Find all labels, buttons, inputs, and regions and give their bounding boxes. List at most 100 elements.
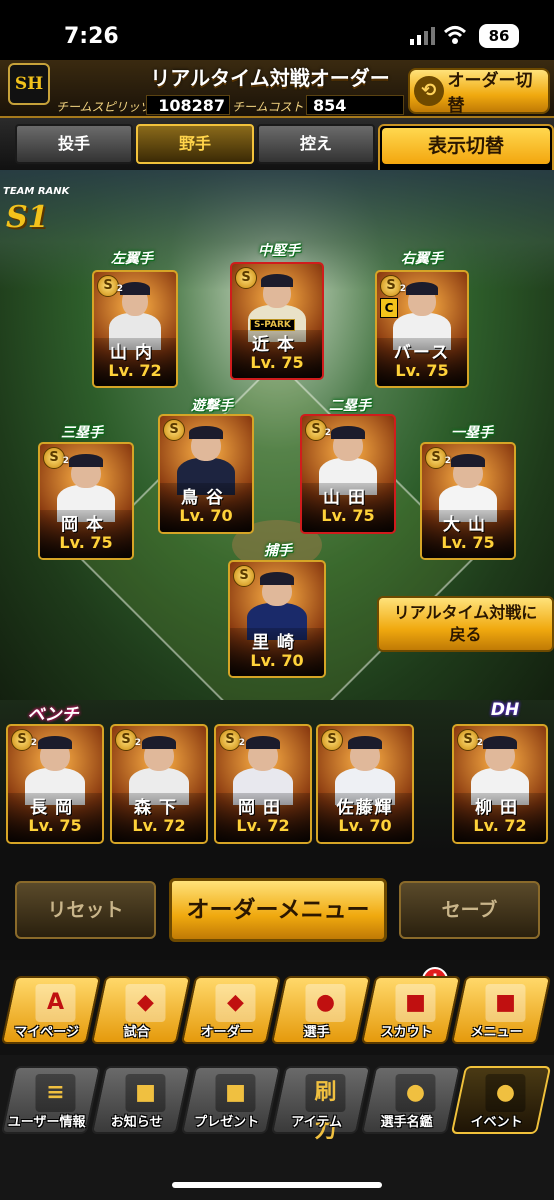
nav-icon: ■ <box>215 1074 256 1112</box>
player-card-catcher[interactable]: 里崎 Lv. 70 S <box>228 560 326 678</box>
player-name: 鳥谷 <box>181 488 231 509</box>
nav-label: プレゼント <box>194 1115 260 1130</box>
home-indicator <box>172 1182 382 1188</box>
clock: 7:26 <box>64 24 119 49</box>
player-level: Lv. 75 <box>441 532 495 552</box>
player-card-center-field[interactable]: 近本 Lv. 75 S S-PARK <box>230 262 324 380</box>
nav-label: 選手名鑑 <box>380 1115 433 1130</box>
nav-item[interactable]: ● 選手名鑑 <box>360 1066 462 1134</box>
nav-item[interactable]: ◆ オーダー <box>180 976 282 1044</box>
order-menu-button[interactable]: オーダーメニュー <box>169 878 387 942</box>
order-switch-button[interactable]: ⟲ オーダー切替 <box>408 68 550 116</box>
nav-icon: ■ <box>485 984 526 1022</box>
nav-icon: A <box>35 984 76 1022</box>
bench-card[interactable]: 長岡 Lv. 75 S 2 <box>6 724 104 844</box>
nav-item[interactable]: ■ スカウト <box>360 976 462 1044</box>
nav-icon: ■ <box>395 984 436 1022</box>
wifi-icon <box>443 26 467 44</box>
nav-item[interactable]: A マイページ <box>0 976 102 1044</box>
nav-item[interactable]: ● イベント <box>450 1066 552 1134</box>
position-label: 三塁手 <box>61 425 103 441</box>
player-level: Lv. 75 <box>395 360 449 380</box>
tab-reserve[interactable]: 控え <box>257 124 375 164</box>
reset-button[interactable]: リセット <box>15 881 156 939</box>
player-level: Lv. 72 <box>132 816 186 836</box>
star-rank-icon: S2 <box>380 275 406 297</box>
star-rank-number: 2 <box>399 284 406 294</box>
position-label: 二塁手 <box>329 398 371 414</box>
captain-badge: C <box>380 298 398 318</box>
nav-label: ユーザー情報 <box>7 1115 86 1130</box>
star-rank-icon: S <box>235 267 257 289</box>
star-rank-number: 2 <box>238 738 245 748</box>
return-button-line1: リアルタイム対戦に <box>393 603 538 622</box>
star-rank-icon: S2 <box>425 447 451 469</box>
nav-label: お知らせ <box>110 1115 163 1130</box>
position-label: 遊撃手 <box>191 398 233 414</box>
star-rank-number: 2 <box>116 284 123 294</box>
player-name: 里崎 <box>252 633 302 654</box>
team-rank-label: TEAM RANK <box>3 186 70 197</box>
player-name: 長岡 <box>30 798 80 819</box>
return-to-realtime-battle-button[interactable]: リアルタイム対戦に 戻る <box>377 596 554 652</box>
position-label: 一塁手 <box>451 425 493 441</box>
nav-item[interactable]: ≡ ユーザー情報 <box>0 1066 102 1134</box>
player-name: 近本 <box>252 335 302 356</box>
nav-icon: ≡ <box>35 1074 76 1112</box>
player-card-second-base[interactable]: 山田 Lv. 75 S 2 <box>300 414 396 534</box>
player-card-right-field[interactable]: バース Lv. 75 S 2 C <box>375 270 469 388</box>
player-card-left-field[interactable]: 山内 Lv. 72 S 2 <box>92 270 178 388</box>
star-rank-icon: S2 <box>11 729 37 751</box>
nav-item[interactable]: ● 選手 <box>270 976 372 1044</box>
nav-item[interactable]: ■ メニュー <box>450 976 552 1044</box>
nav-item[interactable]: ◆ 試合 <box>90 976 192 1044</box>
nav-icon: ◆ <box>125 984 166 1022</box>
player-level: Lv. 75 <box>321 506 375 526</box>
dh-player-card[interactable]: 柳田 Lv. 72 S 2 <box>452 724 548 844</box>
nav-item[interactable]: 刷力 アイテム <box>270 1066 372 1143</box>
team-cost-value: 854 <box>306 95 404 115</box>
player-name: 山田 <box>323 488 373 509</box>
star-rank-icon: S2 <box>305 419 331 441</box>
display-switch-button[interactable]: 表示切替 <box>382 128 550 164</box>
spark-tag: S-PARK <box>250 318 295 331</box>
player-level: Lv. 72 <box>108 360 162 380</box>
player-level: Lv. 75 <box>250 352 304 372</box>
tab-pitcher[interactable]: 投手 <box>15 124 133 164</box>
player-name: 岡本 <box>61 515 111 536</box>
bench-card[interactable]: 森下 Lv. 72 S 2 <box>110 724 208 844</box>
player-level: Lv. 75 <box>59 532 113 552</box>
star-rank-number: 2 <box>62 456 69 466</box>
player-card-shortstop[interactable]: 鳥谷 Lv. 70 S <box>158 414 254 534</box>
nav-label: オーダー <box>200 1025 253 1040</box>
bench-card[interactable]: 佐藤輝 Lv. 70 S <box>316 724 414 844</box>
tab-fielder[interactable]: 野手 <box>136 124 254 164</box>
nav-item[interactable]: ■ プレゼント <box>180 1066 282 1134</box>
nav-icon: 刷力 <box>305 1074 346 1143</box>
nav-icon: ● <box>485 1074 526 1112</box>
team-spirits-value: 108287 <box>146 95 230 115</box>
player-cap <box>451 454 485 467</box>
save-button[interactable]: セーブ <box>399 881 540 939</box>
player-cap <box>246 736 280 750</box>
player-level: Lv. 75 <box>28 816 82 836</box>
position-label: 左翼手 <box>111 251 153 267</box>
swap-icon: ⟲ <box>414 76 444 106</box>
nav-label: アイテム <box>291 1115 342 1130</box>
player-card-first-base[interactable]: 大山 Lv. 75 S 2 <box>420 442 516 560</box>
player-level: Lv. 70 <box>338 816 392 836</box>
player-cap <box>260 274 294 287</box>
team-spirits-label: チームスピリッツ <box>56 100 152 114</box>
page-title: リアルタイム対戦オーダー <box>150 66 390 90</box>
player-level: Lv. 70 <box>179 506 233 526</box>
bench-card[interactable]: 岡田 Lv. 72 S 2 <box>214 724 312 844</box>
player-cap <box>348 736 382 750</box>
position-label: 捕手 <box>264 543 292 559</box>
player-level: Lv. 72 <box>236 816 290 836</box>
player-card-third-base[interactable]: 岡本 Lv. 75 S 2 <box>38 442 134 560</box>
player-name: 柳田 <box>475 798 525 819</box>
star-rank-icon: S <box>321 729 343 751</box>
bench-label: ベンチ <box>27 705 79 725</box>
team-rank-value: S1 <box>6 200 49 235</box>
nav-item[interactable]: ■ お知らせ <box>90 1066 192 1134</box>
